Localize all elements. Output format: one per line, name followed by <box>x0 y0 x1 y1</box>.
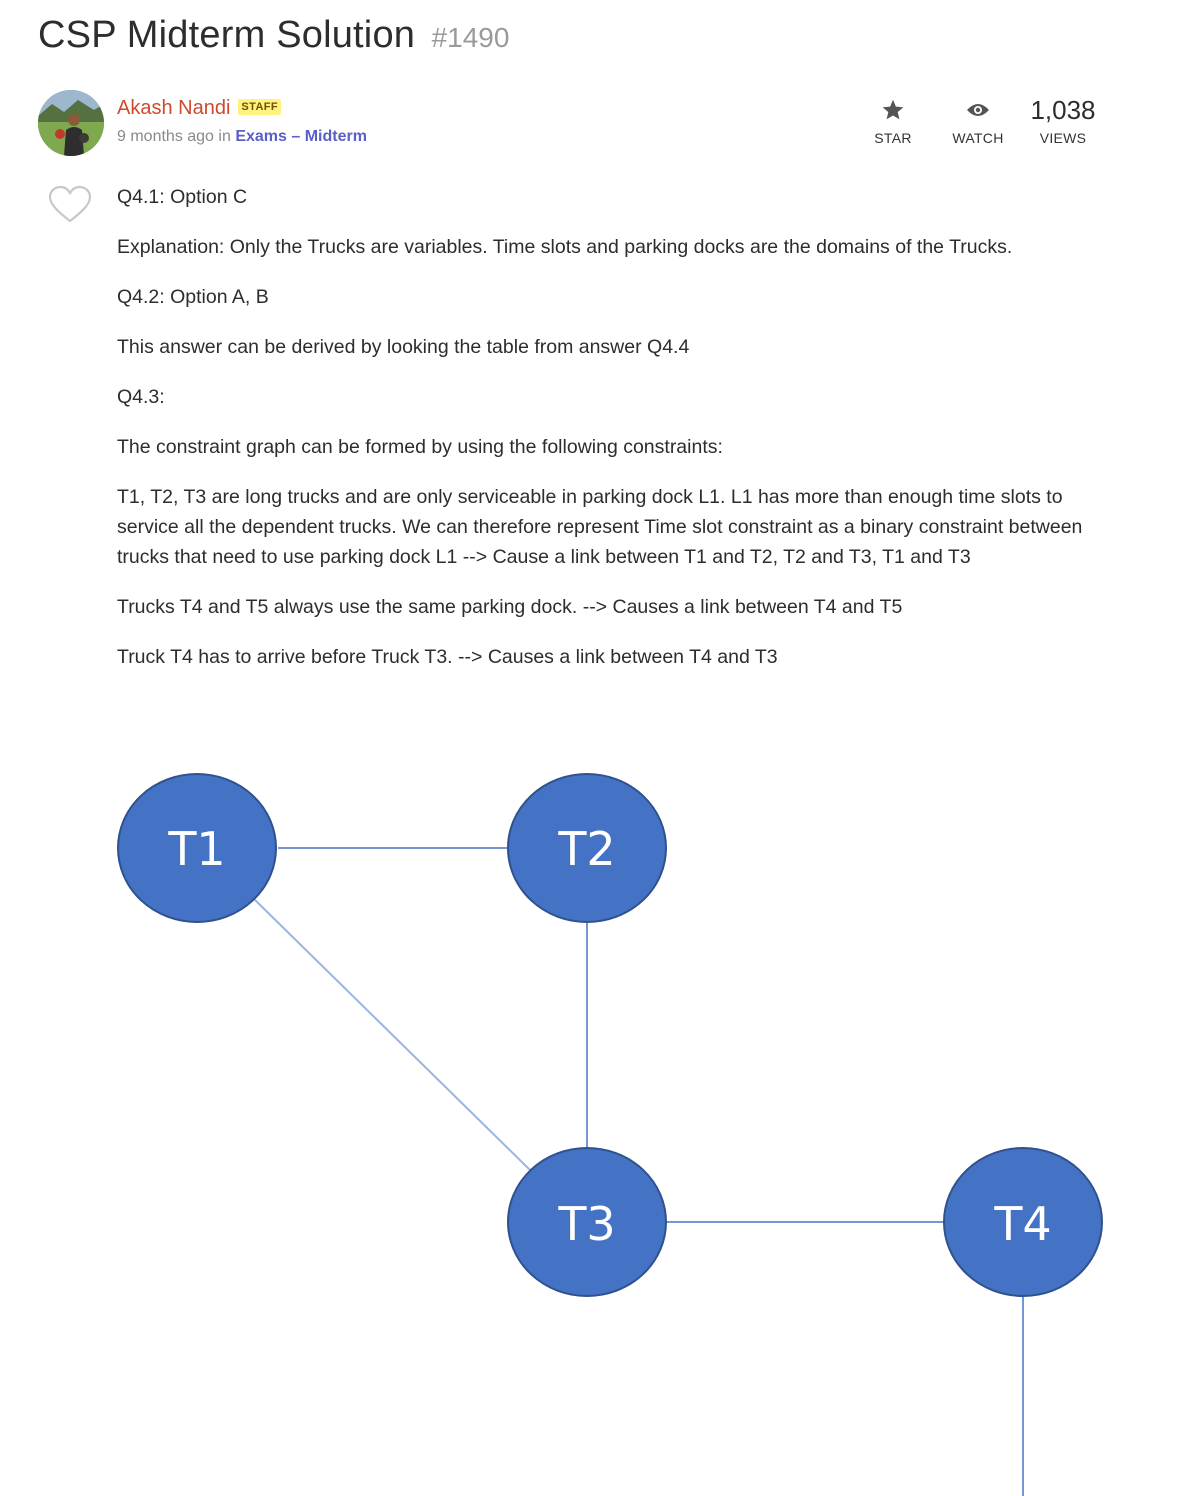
meta-in-word: in <box>218 128 231 145</box>
node-t1: T1 <box>117 773 277 923</box>
author-name-link[interactable]: Akash Nandi <box>117 97 230 119</box>
answer-q4-1: Q4.1: Option C <box>117 186 248 208</box>
watch-label: WATCH <box>952 130 1004 146</box>
post-meta: 9 months ago in Exams – Midterm <box>117 128 367 146</box>
eye-icon <box>933 96 1023 124</box>
node-t4-label: T4 <box>993 1197 1051 1251</box>
heart-icon <box>48 185 92 223</box>
star-button[interactable]: STAR <box>848 96 938 146</box>
star-label: STAR <box>874 130 912 146</box>
answer-q4-3: Q4.3: <box>117 386 165 408</box>
author-row: Akash Nandi STAFF <box>117 97 282 120</box>
node-t4: T4 <box>943 1147 1103 1297</box>
node-t3: T3 <box>507 1147 667 1297</box>
post-page: CSP Midterm Solution #1490 Akash Nandi ST… <box>0 0 1180 1496</box>
staff-badge: STAFF <box>238 99 282 115</box>
like-button[interactable] <box>47 185 93 225</box>
avatar-image <box>38 90 104 156</box>
answer-q4-2: Q4.2: Option A, B <box>117 286 269 308</box>
node-t1-label: T1 <box>167 822 225 876</box>
edge-t1-t3 <box>254 899 531 1171</box>
post-body: Q4.1: Option C Explanation: Only the Tru… <box>117 182 1117 692</box>
explanation-q4-2: This answer can be derived by looking th… <box>117 336 690 358</box>
watch-button[interactable]: WATCH <box>933 96 1023 146</box>
node-t2: T2 <box>507 773 667 923</box>
node-t3-label: T3 <box>557 1197 615 1251</box>
post-time: 9 months ago <box>117 128 214 145</box>
graph-intro: The constraint graph can be formed by us… <box>117 436 723 458</box>
post-number: #1490 <box>431 22 510 53</box>
explanation-q4-1: Explanation: Only the Trucks are variabl… <box>117 236 1013 258</box>
views-label: VIEWS <box>1039 130 1087 146</box>
category-link[interactable]: Exams – Midterm <box>235 128 367 145</box>
constraint-same-dock: Trucks T4 and T5 always use the same par… <box>117 596 903 618</box>
node-t2-label: T2 <box>557 822 615 876</box>
constraint-long-trucks: T1, T2, T3 are long trucks and are only … <box>117 486 1083 568</box>
star-icon <box>848 96 938 124</box>
post-header: CSP Midterm Solution #1490 <box>38 14 509 57</box>
post-title: CSP Midterm Solution <box>38 14 416 56</box>
constraint-arrival-order: Truck T4 has to arrive before Truck T3. … <box>117 646 778 668</box>
views-stat: 1,038 VIEWS <box>1018 96 1108 146</box>
avatar[interactable] <box>38 90 104 156</box>
views-count: 1,038 <box>1030 95 1096 125</box>
